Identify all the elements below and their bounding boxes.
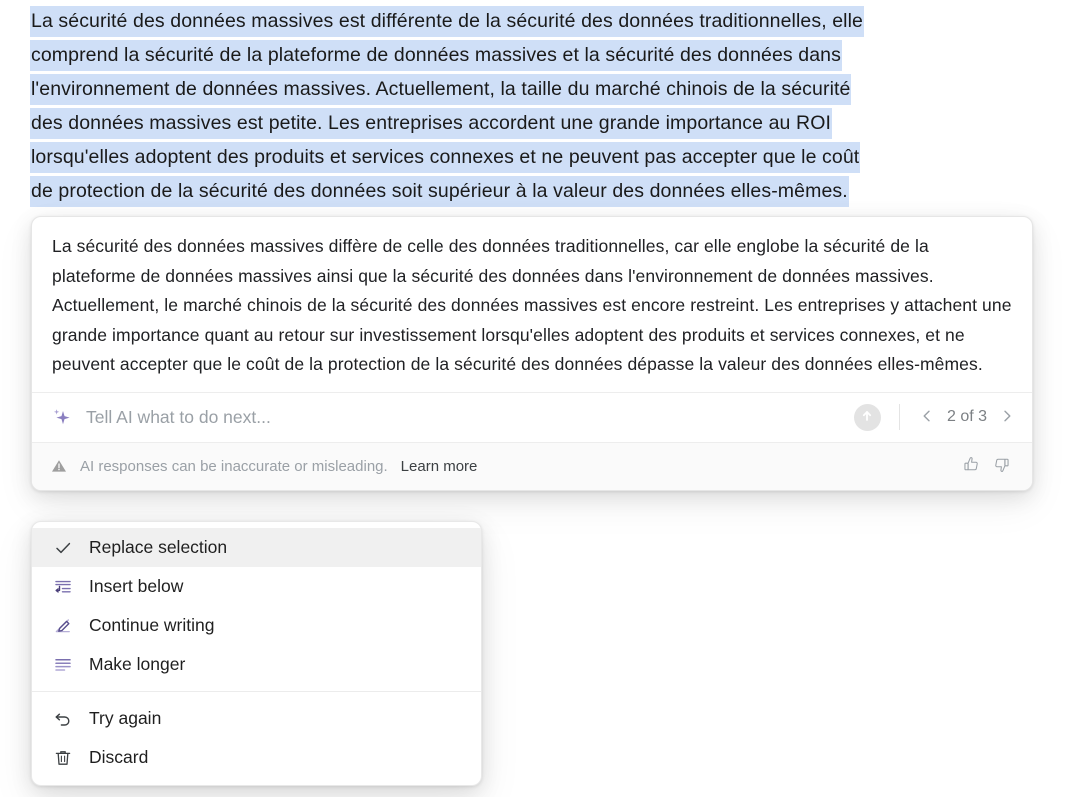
vertical-divider [898,404,900,430]
source-line: comprend la sécurité de la plateforme de… [30,38,1015,72]
menu-item-label: Continue writing [89,615,215,635]
thumbs-down-button[interactable] [986,451,1016,481]
menu-item-insert-below[interactable]: Insert below [32,567,481,606]
thumbs-down-icon [992,455,1011,477]
learn-more-link[interactable]: Learn more [401,458,478,475]
check-icon [52,537,74,559]
disclaimer-text: AI responses can be inaccurate or mislea… [80,457,388,475]
menu-item-continue-writing[interactable]: Continue writing [32,606,481,645]
screen-root: La sécurité des données massives est dif… [0,0,1080,797]
ai-response-card: La sécurité des données massives diffère… [31,216,1033,491]
menu-item-label: Make longer [89,654,186,674]
next-response-button[interactable] [996,404,1018,430]
menu-item-replace-selection[interactable]: Replace selection [32,528,481,567]
ai-prompt-input[interactable] [86,406,854,428]
menu-item-make-longer[interactable]: Make longer [32,645,481,684]
undo-arrow-icon [52,708,74,730]
prev-response-button[interactable] [916,404,938,430]
arrow-up-icon [859,408,875,427]
chevron-right-icon [1000,409,1014,426]
submit-prompt-button[interactable] [853,403,881,431]
thumbs-up-button[interactable] [956,451,986,481]
menu-item-label: Discard [89,747,149,767]
source-line: des données massives est petite. Les ent… [30,106,1015,140]
ai-response-text: La sécurité des données massives diffère… [52,236,1012,374]
source-line: La sécurité des données massives est dif… [30,4,1015,38]
source-line: l'environnement de données massives. Act… [30,72,1015,106]
ai-prompt-row: 2 of 3 [32,391,1032,442]
ai-actions-menu: Replace selection Insert below Continue … [31,521,482,786]
source-line-text: des données massives est petite. Les ent… [30,108,832,139]
ai-response-body: La sécurité des données massives diffère… [32,217,1032,392]
source-line-text: lorsqu'elles adoptent des produits et se… [30,142,861,173]
selected-source-paragraph[interactable]: La sécurité des données massives est dif… [30,4,1015,208]
menu-item-label: Try again [89,708,162,728]
menu-item-label: Replace selection [89,537,228,557]
chevron-left-icon [920,409,934,426]
menu-item-label: Insert below [89,576,184,596]
menu-item-discard[interactable]: Discard [32,738,481,777]
menu-divider [32,691,481,692]
source-line-text: La sécurité des données massives est dif… [30,6,864,37]
make-longer-icon [52,654,74,676]
insert-below-icon [52,576,74,598]
source-line: lorsqu'elles adoptent des produits et se… [30,140,1015,174]
trash-icon [52,747,74,769]
menu-item-try-again[interactable]: Try again [32,699,481,738]
response-pagination: 2 of 3 [916,404,1018,430]
pagination-label: 2 of 3 [946,408,987,425]
sparkle-icon [48,404,74,430]
source-line: de protection de la sécurité des données… [30,174,1015,208]
source-line-text: comprend la sécurité de la plateforme de… [30,40,842,71]
source-line-text: l'environnement de données massives. Act… [30,74,852,105]
pencil-icon [52,615,74,637]
ai-disclaimer-row: AI responses can be inaccurate or mislea… [32,441,1032,490]
warning-triangle-icon [48,455,70,477]
thumbs-up-icon [962,455,981,477]
source-line-text: de protection de la sécurité des données… [30,176,849,207]
